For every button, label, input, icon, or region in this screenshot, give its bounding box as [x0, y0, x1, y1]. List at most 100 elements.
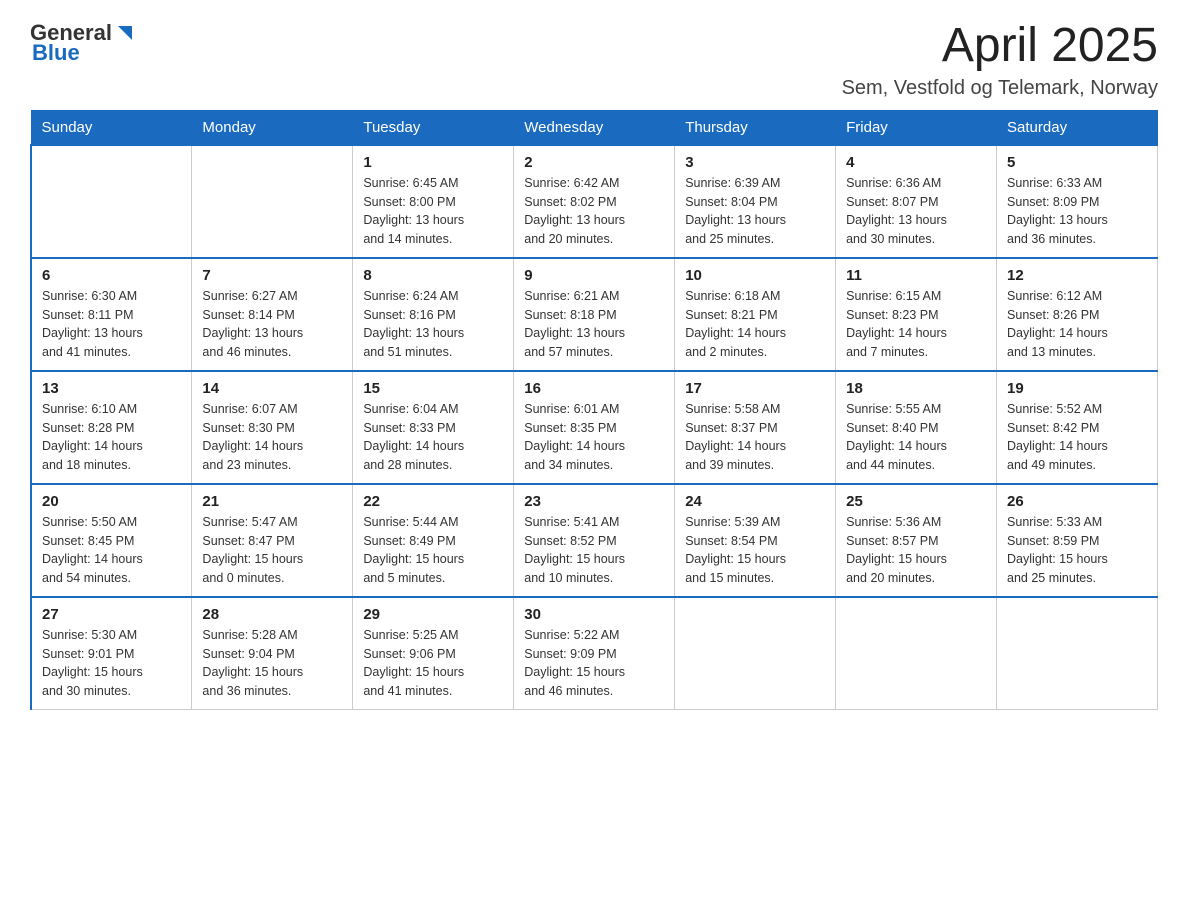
calendar-cell: [675, 597, 836, 710]
calendar-cell: 15Sunrise: 6:04 AM Sunset: 8:33 PM Dayli…: [353, 371, 514, 484]
day-number: 27: [42, 606, 181, 623]
day-number: 4: [846, 154, 986, 171]
day-number: 9: [524, 267, 664, 284]
calendar-cell: 6 Sunrise: 6:30 AM Sunset: 8:11 PM Daylig…: [31, 258, 192, 371]
calendar-cell: 29Sunrise: 5:25 AM Sunset: 9:06 PM Dayli…: [353, 597, 514, 710]
day-number: 24: [685, 493, 825, 510]
calendar-cell: 1 Sunrise: 6:45 AM Sunset: 8:00 PM Daylig…: [353, 145, 514, 258]
day-info: Sunrise: 6:36 AM Sunset: 8:07 PM Dayligh…: [846, 174, 986, 249]
calendar-week-row: 27Sunrise: 5:30 AM Sunset: 9:01 PM Dayli…: [31, 597, 1158, 710]
day-number: 13: [42, 380, 181, 397]
day-info: Sunrise: 6:30 AM Sunset: 8:11 PM Dayligh…: [42, 287, 181, 362]
day-number: 5: [1007, 154, 1147, 171]
day-number: 11: [846, 267, 986, 284]
calendar-title: April 2025: [842, 20, 1158, 73]
calendar-cell: 14 Sunrise: 6:07 AM Sunset: 8:30 PM Dayli…: [192, 371, 353, 484]
day-info: Sunrise: 6:15 AM Sunset: 8:23 PM Dayligh…: [846, 287, 986, 362]
calendar-cell: 4 Sunrise: 6:36 AM Sunset: 8:07 PM Daylig…: [836, 145, 997, 258]
day-number: 7: [202, 267, 342, 284]
calendar-cell: 3 Sunrise: 6:39 AM Sunset: 8:04 PM Daylig…: [675, 145, 836, 258]
day-info: Sunrise: 5:58 AM Sunset: 8:37 PM Dayligh…: [685, 400, 825, 475]
day-number: 6: [42, 267, 181, 284]
calendar-cell: [192, 145, 353, 258]
calendar-cell: 20Sunrise: 5:50 AM Sunset: 8:45 PM Dayli…: [31, 484, 192, 597]
calendar-cell: 17 Sunrise: 5:58 AM Sunset: 8:37 PM Dayli…: [675, 371, 836, 484]
day-number: 28: [202, 606, 342, 623]
day-number: 8: [363, 267, 503, 284]
day-info: Sunrise: 6:21 AM Sunset: 8:18 PM Dayligh…: [524, 287, 664, 362]
day-number: 10: [685, 267, 825, 284]
day-number: 18: [846, 380, 986, 397]
day-info: Sunrise: 5:36 AM Sunset: 8:57 PM Dayligh…: [846, 513, 986, 588]
day-info: Sunrise: 6:04 AM Sunset: 8:33 PM Dayligh…: [363, 400, 503, 475]
day-info: Sunrise: 6:33 AM Sunset: 8:09 PM Dayligh…: [1007, 174, 1147, 249]
day-info: Sunrise: 5:41 AM Sunset: 8:52 PM Dayligh…: [524, 513, 664, 588]
calendar-cell: [836, 597, 997, 710]
day-info: Sunrise: 5:33 AM Sunset: 8:59 PM Dayligh…: [1007, 513, 1147, 588]
weekday-header-thursday: Thursday: [675, 110, 836, 145]
day-number: 14: [202, 380, 342, 397]
day-number: 25: [846, 493, 986, 510]
calendar-cell: 21Sunrise: 5:47 AM Sunset: 8:47 PM Dayli…: [192, 484, 353, 597]
calendar-cell: 30 Sunrise: 5:22 AM Sunset: 9:09 PM Dayli…: [514, 597, 675, 710]
day-info: Sunrise: 6:07 AM Sunset: 8:30 PM Dayligh…: [202, 400, 342, 475]
calendar-cell: 28 Sunrise: 5:28 AM Sunset: 9:04 PM Dayli…: [192, 597, 353, 710]
weekday-header-row: SundayMondayTuesdayWednesdayThursdayFrid…: [31, 110, 1158, 145]
day-info: Sunrise: 5:39 AM Sunset: 8:54 PM Dayligh…: [685, 513, 825, 588]
calendar-week-row: 6 Sunrise: 6:30 AM Sunset: 8:11 PM Daylig…: [31, 258, 1158, 371]
day-number: 2: [524, 154, 664, 171]
weekday-header-tuesday: Tuesday: [353, 110, 514, 145]
calendar-cell: [31, 145, 192, 258]
day-number: 12: [1007, 267, 1147, 284]
calendar-cell: 13Sunrise: 6:10 AM Sunset: 8:28 PM Dayli…: [31, 371, 192, 484]
day-number: 1: [363, 154, 503, 171]
day-number: 23: [524, 493, 664, 510]
calendar-cell: 2 Sunrise: 6:42 AM Sunset: 8:02 PM Daylig…: [514, 145, 675, 258]
calendar-week-row: 13Sunrise: 6:10 AM Sunset: 8:28 PM Dayli…: [31, 371, 1158, 484]
weekday-header-friday: Friday: [836, 110, 997, 145]
day-number: 3: [685, 154, 825, 171]
header: General Blue April 2025 Sem, Vestfold og…: [30, 20, 1158, 100]
day-info: Sunrise: 6:39 AM Sunset: 8:04 PM Dayligh…: [685, 174, 825, 249]
day-number: 29: [363, 606, 503, 623]
day-info: Sunrise: 6:24 AM Sunset: 8:16 PM Dayligh…: [363, 287, 503, 362]
day-number: 17: [685, 380, 825, 397]
day-number: 30: [524, 606, 664, 623]
logo: General Blue: [30, 20, 136, 66]
logo-triangle-icon: [114, 22, 136, 44]
day-info: Sunrise: 6:27 AM Sunset: 8:14 PM Dayligh…: [202, 287, 342, 362]
weekday-header-monday: Monday: [192, 110, 353, 145]
weekday-header-saturday: Saturday: [997, 110, 1158, 145]
calendar-cell: 19Sunrise: 5:52 AM Sunset: 8:42 PM Dayli…: [997, 371, 1158, 484]
calendar-cell: 25 Sunrise: 5:36 AM Sunset: 8:57 PM Dayli…: [836, 484, 997, 597]
calendar-cell: 5 Sunrise: 6:33 AM Sunset: 8:09 PM Daylig…: [997, 145, 1158, 258]
day-info: Sunrise: 5:28 AM Sunset: 9:04 PM Dayligh…: [202, 626, 342, 701]
weekday-header-sunday: Sunday: [31, 110, 192, 145]
day-info: Sunrise: 6:12 AM Sunset: 8:26 PM Dayligh…: [1007, 287, 1147, 362]
calendar-week-row: 20Sunrise: 5:50 AM Sunset: 8:45 PM Dayli…: [31, 484, 1158, 597]
calendar-cell: 16 Sunrise: 6:01 AM Sunset: 8:35 PM Dayli…: [514, 371, 675, 484]
calendar-cell: 12 Sunrise: 6:12 AM Sunset: 8:26 PM Dayli…: [997, 258, 1158, 371]
day-number: 20: [42, 493, 181, 510]
calendar-cell: 9 Sunrise: 6:21 AM Sunset: 8:18 PM Daylig…: [514, 258, 675, 371]
day-info: Sunrise: 5:55 AM Sunset: 8:40 PM Dayligh…: [846, 400, 986, 475]
day-info: Sunrise: 5:22 AM Sunset: 9:09 PM Dayligh…: [524, 626, 664, 701]
day-number: 22: [363, 493, 503, 510]
day-number: 16: [524, 380, 664, 397]
calendar-cell: 10Sunrise: 6:18 AM Sunset: 8:21 PM Dayli…: [675, 258, 836, 371]
weekday-header-wednesday: Wednesday: [514, 110, 675, 145]
day-info: Sunrise: 5:44 AM Sunset: 8:49 PM Dayligh…: [363, 513, 503, 588]
calendar-table: SundayMondayTuesdayWednesdayThursdayFrid…: [30, 110, 1158, 710]
day-number: 21: [202, 493, 342, 510]
calendar-cell: 11 Sunrise: 6:15 AM Sunset: 8:23 PM Dayli…: [836, 258, 997, 371]
day-info: Sunrise: 6:45 AM Sunset: 8:00 PM Dayligh…: [363, 174, 503, 249]
calendar-cell: 7 Sunrise: 6:27 AM Sunset: 8:14 PM Daylig…: [192, 258, 353, 371]
day-info: Sunrise: 6:42 AM Sunset: 8:02 PM Dayligh…: [524, 174, 664, 249]
calendar-cell: [997, 597, 1158, 710]
day-info: Sunrise: 6:01 AM Sunset: 8:35 PM Dayligh…: [524, 400, 664, 475]
calendar-cell: 23 Sunrise: 5:41 AM Sunset: 8:52 PM Dayli…: [514, 484, 675, 597]
calendar-cell: 18 Sunrise: 5:55 AM Sunset: 8:40 PM Dayli…: [836, 371, 997, 484]
calendar-subtitle: Sem, Vestfold og Telemark, Norway: [842, 77, 1158, 100]
title-section: April 2025 Sem, Vestfold og Telemark, No…: [842, 20, 1158, 100]
calendar-cell: 26Sunrise: 5:33 AM Sunset: 8:59 PM Dayli…: [997, 484, 1158, 597]
